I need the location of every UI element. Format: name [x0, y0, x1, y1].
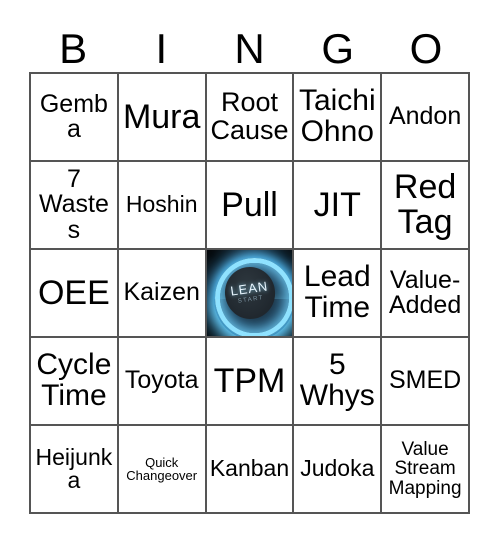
bingo-cell[interactable]: Hoshin	[118, 162, 207, 250]
bingo-cell-label: Value-Added	[388, 265, 462, 319]
bingo-cell-label: Quick Changeover	[126, 454, 198, 483]
bingo-cell[interactable]: Quick Changeover	[118, 426, 207, 514]
bingo-cell[interactable]: SMED	[382, 338, 470, 426]
bingo-cell-label: Kanban	[209, 455, 290, 482]
header-letter-o: O	[409, 25, 443, 72]
bingo-cell-label: Andon	[388, 102, 462, 131]
bingo-cell-label: Judoka	[300, 455, 375, 482]
bingo-cell[interactable]: Gemba	[31, 74, 119, 162]
bingo-cell-label: OEE	[37, 273, 110, 312]
bingo-cell[interactable]: Taichi Ohno	[294, 74, 383, 162]
bingo-cell-label: Pull	[221, 185, 278, 224]
bingo-cell-label: Mura	[122, 97, 201, 136]
header-letter-g: G	[321, 25, 355, 72]
bingo-cell[interactable]: Kaizen	[118, 250, 207, 338]
bingo-cell-label: SMED	[388, 366, 462, 395]
bingo-cell-label: Root Cause	[210, 87, 289, 145]
bingo-cell-label: Gemba	[39, 89, 108, 143]
bingo-cell[interactable]: Judoka	[294, 426, 383, 514]
bingo-cell[interactable]: Toyota	[118, 338, 207, 426]
header-letter-i: I	[155, 25, 168, 72]
bingo-cell-label: Toyota	[124, 366, 199, 395]
bingo-cell-label: Red Tag	[393, 168, 457, 241]
bingo-cell-free-space[interactable]: LEAN START	[206, 250, 295, 338]
bingo-card: B I N G O Gemba Mura Root Cause Taichi Ohno…	[0, 0, 500, 544]
bingo-cell[interactable]: 5 Whys	[294, 338, 383, 426]
bingo-grid: Gemba Mura Root Cause Taichi Ohno Andon 7 Was…	[29, 72, 470, 514]
bingo-cell[interactable]: Andon	[382, 74, 470, 162]
header-letter-b: B	[59, 25, 88, 72]
bingo-cell-label: TPM	[213, 361, 286, 400]
bingo-cell-label: Kaizen	[123, 278, 200, 307]
bingo-cell-label: Heijunka	[35, 443, 113, 493]
bingo-cell-label: Hoshin	[125, 191, 198, 218]
bingo-cell[interactable]: JIT	[294, 162, 383, 250]
bingo-header: B I N G O	[29, 18, 470, 72]
bingo-cell[interactable]: Cycle Time	[31, 338, 119, 426]
bingo-cell-label: 7 Wastes	[38, 164, 109, 244]
bingo-cell[interactable]: Red Tag	[382, 162, 470, 250]
lean-button-icon: LEAN START	[206, 250, 293, 336]
bingo-cell-label: Value Stream Mapping	[388, 438, 462, 499]
bingo-cell[interactable]: Root Cause	[206, 74, 295, 162]
bingo-cell[interactable]: Value Stream Mapping	[382, 426, 470, 514]
header-letter-n: N	[234, 25, 265, 72]
bingo-cell[interactable]: OEE	[31, 250, 119, 338]
bingo-cell-label: Taichi Ohno	[298, 84, 376, 148]
bingo-cell[interactable]: Mura	[118, 74, 207, 162]
bingo-cell-label: Lead Time	[303, 260, 371, 324]
bingo-cell[interactable]: 7 Wastes	[31, 162, 119, 250]
bingo-cell-label: Cycle Time	[36, 348, 112, 412]
bingo-cell-label: JIT	[313, 185, 361, 224]
bingo-cell[interactable]: Lead Time	[294, 250, 383, 338]
bingo-cell[interactable]: Heijunka	[31, 426, 119, 514]
bingo-cell-label: 5 Whys	[299, 348, 375, 412]
bingo-cell[interactable]: Value-Added	[382, 250, 470, 338]
bingo-cell[interactable]: TPM	[206, 338, 295, 426]
bingo-cell[interactable]: Kanban	[206, 426, 295, 514]
bingo-cell[interactable]: Pull	[206, 162, 295, 250]
